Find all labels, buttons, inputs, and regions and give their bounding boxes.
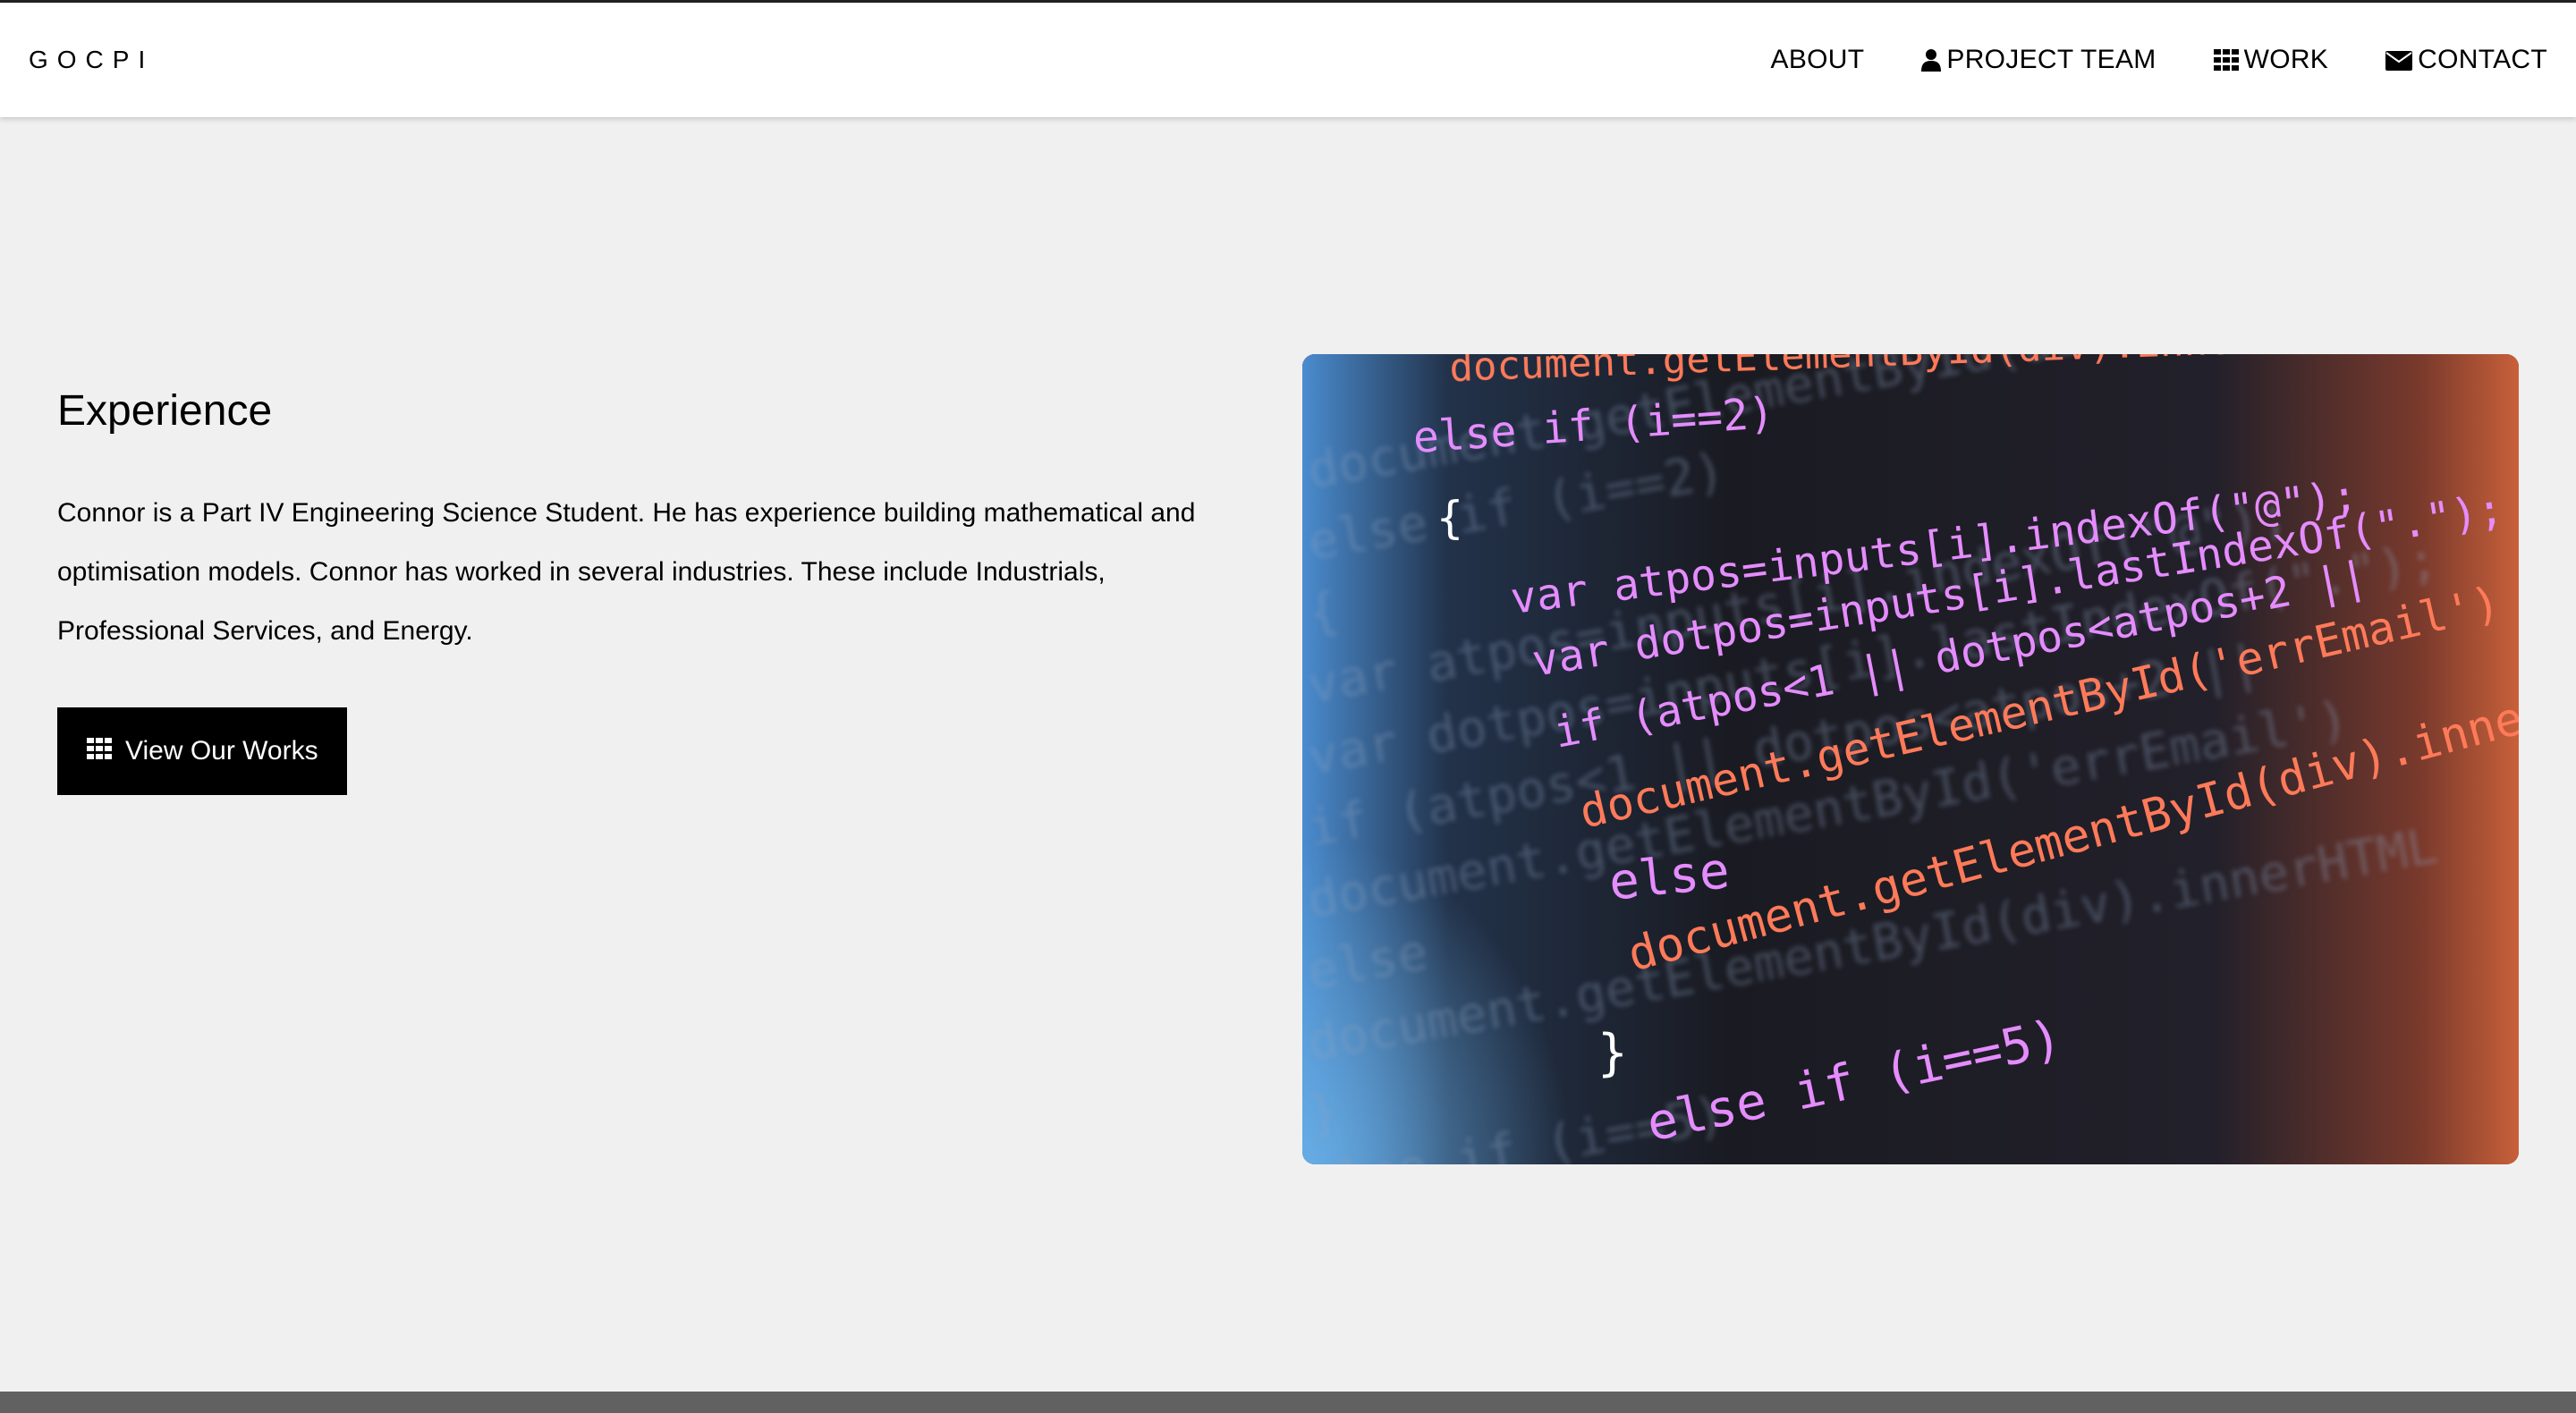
- code-line: {: [1436, 492, 1463, 544]
- nav-project-team-label: PROJECT TEAM: [1946, 45, 2157, 74]
- code-line: }: [1597, 1024, 1628, 1082]
- nav-contact-link[interactable]: CONTACT: [2385, 45, 2547, 75]
- view-our-works-button[interactable]: View Our Works: [57, 706, 347, 795]
- grid-icon: [2213, 49, 2239, 71]
- nav-about-label: ABOUT: [1770, 45, 1865, 74]
- code-screenshot-image: document.getElementById(div).innerHTML =…: [1302, 354, 2519, 1164]
- nav-about-link[interactable]: ABOUT: [1771, 45, 1865, 75]
- grid-icon: [86, 736, 113, 766]
- user-icon: [1921, 48, 1942, 72]
- nav-project-team-link[interactable]: PROJECT TEAM: [1921, 45, 2156, 75]
- navbar: GOCPI ABOUT PROJECT TEAM WORK CONTACT: [0, 3, 2576, 117]
- main-content: Experience Connor is a Part IV Engineeri…: [0, 117, 2576, 1392]
- experience-section: Experience Connor is a Part IV Engineeri…: [57, 385, 1247, 795]
- brand-logo-link[interactable]: GOCPI: [29, 46, 154, 74]
- section-body: Connor is a Part IV Engineering Science …: [57, 497, 1196, 646]
- nav-links: ABOUT PROJECT TEAM WORK CONTACT: [1714, 45, 2547, 75]
- nav-contact-label: CONTACT: [2418, 45, 2547, 74]
- view-our-works-label: View Our Works: [125, 735, 318, 766]
- nav-work-link[interactable]: WORK: [2213, 45, 2329, 75]
- footer-bar: [0, 1392, 2576, 1413]
- section-title: Experience: [57, 387, 273, 435]
- nav-work-label: WORK: [2243, 45, 2329, 74]
- envelope-icon: [2385, 49, 2413, 71]
